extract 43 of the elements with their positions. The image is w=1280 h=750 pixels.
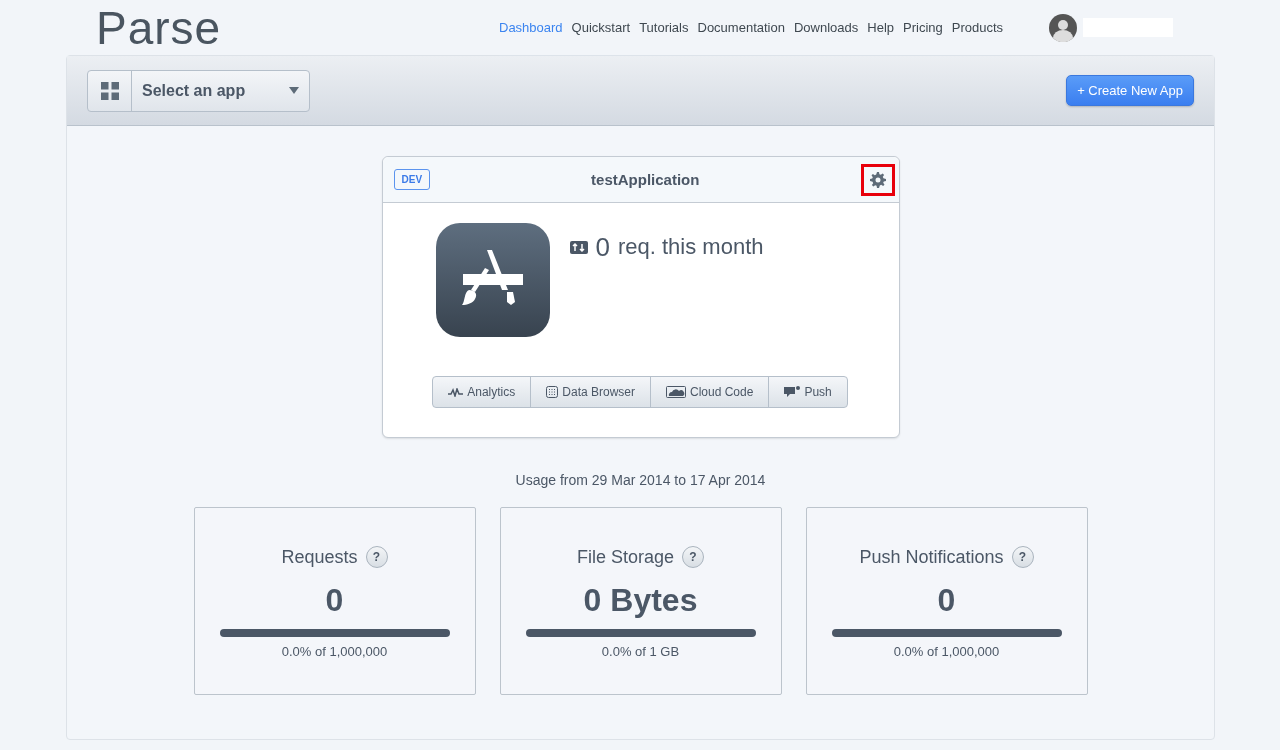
usage-period: Usage from 29 Mar 2014 to 17 Apr 2014 <box>515 472 766 488</box>
app-action-button[interactable]: Cloud Code <box>650 376 770 408</box>
usage-caption: 0.0% of 1 GB <box>601 644 680 659</box>
nav-link[interactable]: Dashboard <box>499 19 563 35</box>
cloud-icon <box>666 386 686 398</box>
grid-icon <box>100 81 119 100</box>
help-icon[interactable]: ? <box>365 546 388 568</box>
app-name[interactable]: testApplication <box>591 171 700 188</box>
transfer-arrows-icon <box>569 240 588 254</box>
usage-title: Push Notifications <box>859 546 1004 568</box>
select-label: Select an app <box>142 81 247 100</box>
nav-link[interactable]: Downloads <box>793 19 859 35</box>
usage-value: 0 <box>937 582 956 619</box>
logo[interactable]: Parse <box>96 0 496 55</box>
usage-value: 0 <box>325 582 344 619</box>
grid-icon <box>546 386 559 398</box>
nav-link[interactable]: Quickstart <box>571 19 631 35</box>
usage-caption: 0.0% of 1,000,000 <box>893 644 1000 659</box>
nav-link[interactable]: Documentation <box>697 19 785 35</box>
pulse-icon <box>448 387 464 397</box>
app-select[interactable]: Select an app <box>87 69 310 112</box>
settings-icon <box>869 171 886 188</box>
app-action-button[interactable]: Data Browser <box>530 376 651 408</box>
request-count: 0 <box>595 231 610 263</box>
help-icon[interactable]: ? <box>1011 546 1034 568</box>
nav-link[interactable]: Help <box>867 19 895 35</box>
usage-title: Requests <box>281 546 358 568</box>
usage-value: 0 Bytes <box>583 582 698 619</box>
environment-badge: DEV <box>393 169 431 190</box>
usage-caption: 0.0% of 1,000,000 <box>281 644 388 659</box>
dropdown-caret-icon <box>289 87 299 94</box>
nav-link[interactable]: Products <box>951 19 1004 35</box>
usage-title: File Storage <box>576 546 675 568</box>
settings-button[interactable] <box>860 163 895 196</box>
app-action-button[interactable]: Push <box>768 376 848 408</box>
request-label: req. this month <box>617 234 764 260</box>
avatar-icon[interactable] <box>1049 13 1078 42</box>
nav-link[interactable]: Pricing <box>903 19 943 35</box>
help-icon[interactable]: ? <box>682 546 705 568</box>
app-icon[interactable] <box>435 223 550 337</box>
nav-link[interactable]: Tutorials <box>639 19 689 35</box>
app-action-button[interactable]: Analytics <box>432 376 532 408</box>
speech-bubble-icon <box>784 386 801 398</box>
